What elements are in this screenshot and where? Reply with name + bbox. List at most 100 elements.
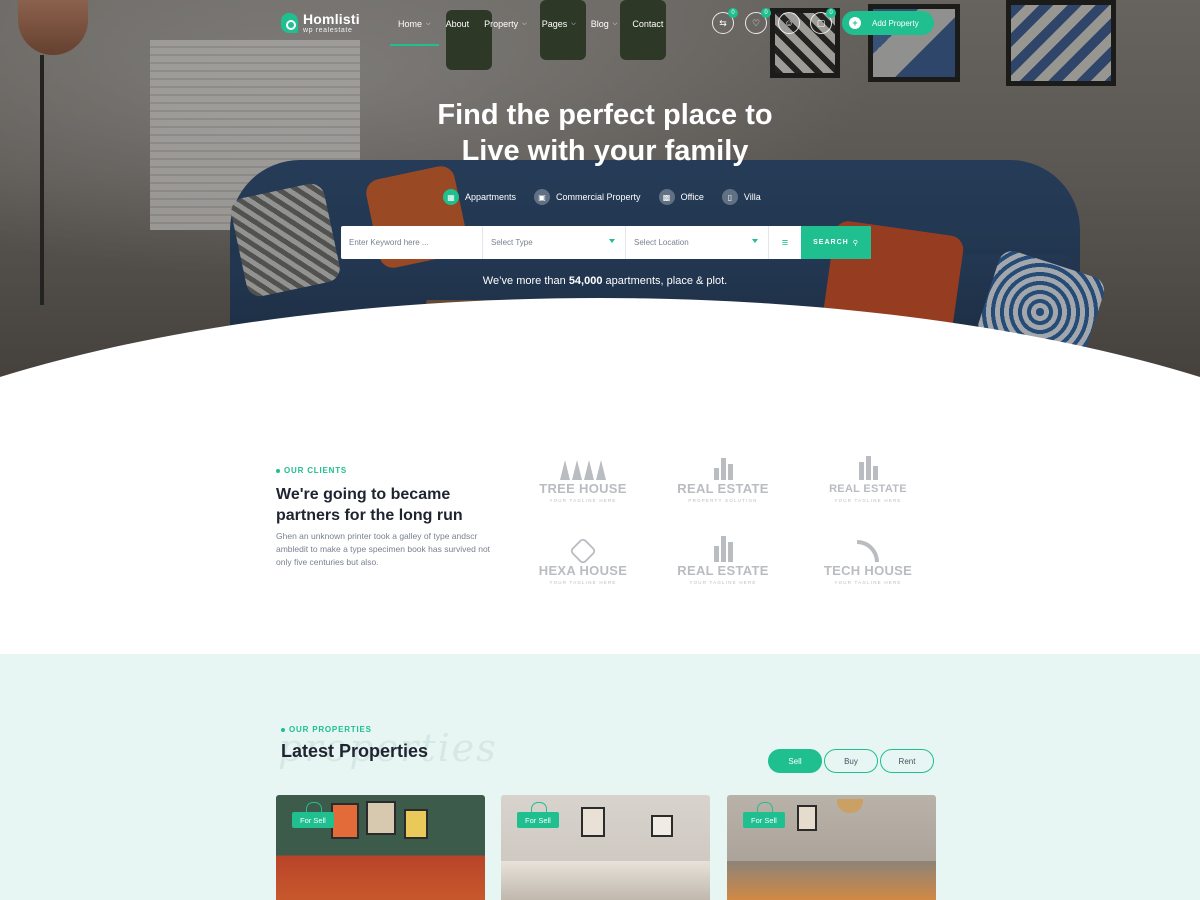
filter-buy-button[interactable]: Buy xyxy=(824,749,878,773)
keyword-input[interactable]: Enter Keyword here ... xyxy=(341,226,483,259)
client-logo-name: TREE HOUSE xyxy=(539,481,627,496)
caret-down-icon xyxy=(752,239,758,243)
wall-art-image xyxy=(581,807,605,837)
client-logo-grid: TREE HOUSE YOUR TAGLINE HERE REAL ESTATE… xyxy=(523,452,943,602)
category-tab-commercial[interactable]: ▣ Commercial Property xyxy=(534,189,641,205)
trees-icon xyxy=(523,456,643,480)
menu-item-blog[interactable]: Blog ⌵ xyxy=(591,17,618,31)
chevron-down-icon: ⌵ xyxy=(571,20,576,27)
client-logo-real-estate-3[interactable]: REAL ESTATE YOUR TAGLINE HERE xyxy=(663,536,783,585)
client-logo-tagline: YOUR TAGLINE HERE xyxy=(689,580,757,585)
hero-tagline: We’ve more than 54,000 apartments, place… xyxy=(0,275,1200,287)
compare-button[interactable]: ⇆ 0 xyxy=(712,8,738,34)
menu-item-contact[interactable]: Contact xyxy=(632,17,663,31)
property-card[interactable]: For Sell xyxy=(276,795,485,900)
compare-arrows-icon: ⇆ xyxy=(719,17,727,28)
arc-building-icon xyxy=(808,538,928,562)
advanced-filter-button[interactable]: ≡ xyxy=(769,226,801,259)
client-logo-hexa-house[interactable]: HEXA HOUSE YOUR TAGLINE HERE xyxy=(523,536,643,585)
menu-item-home[interactable]: Home ⌵ xyxy=(390,17,439,46)
tagline-after: apartments, place & plot. xyxy=(602,275,728,287)
property-category-tabs: ▦ Appartments ▣ Commercial Property ▩ Of… xyxy=(443,189,779,205)
wishlist-button[interactable]: ♡ 0 xyxy=(745,8,771,34)
menu-item-label: Property xyxy=(484,19,519,29)
category-label: Villa xyxy=(743,192,761,202)
menu-item-property[interactable]: Property ⌵ xyxy=(484,17,527,31)
eyebrow-dot-icon xyxy=(276,468,280,473)
chevron-down-icon: ⌵ xyxy=(426,20,431,27)
store-icon: ▣ xyxy=(534,189,551,205)
type-select[interactable]: Select Type xyxy=(483,226,626,259)
clients-eyebrow-label: OUR CLIENTS xyxy=(284,466,348,475)
client-logo-name: REAL ESTATE xyxy=(677,563,769,578)
menu-item-pages[interactable]: Pages ⌵ xyxy=(542,17,576,31)
location-select[interactable]: Select Location xyxy=(626,226,769,259)
type-select-value: Select Type xyxy=(491,238,533,247)
filter-rent-button[interactable]: Rent xyxy=(880,749,934,773)
wall-art-image xyxy=(651,815,673,837)
wall-art-image xyxy=(366,801,396,835)
client-logo-tagline: PROPERTY SOLUTION xyxy=(688,498,758,503)
menu-item-label: Blog xyxy=(590,19,609,29)
wishlist-count-badge: 0 xyxy=(761,8,771,18)
client-logo-name: HEXA HOUSE xyxy=(538,563,628,578)
category-tab-appartments[interactable]: ▦ Appartments xyxy=(443,189,516,205)
tagline-before: We’ve more than xyxy=(482,275,569,287)
clients-title: We're going to became partners for the l… xyxy=(276,486,463,524)
menu-item-label: Pages xyxy=(541,19,568,29)
menu-item-about[interactable]: About xyxy=(446,17,470,31)
property-card[interactable]: For Sell xyxy=(727,795,936,900)
briefcase-icon: ▩ xyxy=(658,189,675,205)
client-logo-tree-house[interactable]: TREE HOUSE YOUR TAGLINE HERE xyxy=(523,456,643,503)
menu-item-label: About xyxy=(445,19,470,29)
category-label: Commercial Property xyxy=(556,192,641,202)
category-tab-villa[interactable]: ▯ Villa xyxy=(721,189,761,205)
cart-button[interactable]: ▢ 0 xyxy=(810,8,836,34)
top-navigation: Homlisti wp realestate Home ⌵ About Prop… xyxy=(0,0,1200,46)
client-logo-name: REAL ESTATE xyxy=(677,481,769,496)
client-logo-name: TECH HOUSE xyxy=(823,563,913,578)
category-label: Office xyxy=(680,192,704,202)
search-button[interactable]: SEARCH ⚲ xyxy=(801,226,871,259)
location-select-value: Select Location xyxy=(634,238,689,247)
brand-name: Homlisti xyxy=(303,11,360,27)
category-tab-office[interactable]: ▩ Office xyxy=(658,189,704,205)
properties-eyebrow-label: OUR PROPERTIES xyxy=(289,725,372,734)
brand-logo[interactable]: Homlisti wp realestate xyxy=(281,12,360,34)
properties-title: Latest Properties xyxy=(281,741,429,761)
for-sell-tag: For Sell xyxy=(743,812,785,828)
sliders-icon: ≡ xyxy=(781,236,789,249)
building-icon: ▦ xyxy=(443,189,459,205)
wall-art-image xyxy=(331,803,359,839)
client-logo-tagline: YOUR TAGLINE HERE xyxy=(549,498,617,503)
menu-item-label: Contact xyxy=(632,19,664,29)
cart-count-badge: 0 xyxy=(826,8,836,18)
hero-title-line2: Live with your family xyxy=(461,135,749,167)
clients-description: Ghen an unknown printer took a galley of… xyxy=(276,531,491,567)
wall-art-image xyxy=(797,805,817,831)
plus-icon: + xyxy=(849,17,861,29)
brand-text: Homlisti wp realestate xyxy=(303,12,360,34)
cart-icon: ▢ xyxy=(816,17,826,28)
add-property-button[interactable]: + Add Property xyxy=(842,11,934,35)
client-logo-real-estate-2[interactable]: REAL ESTATE YOUR TAGLINE HERE xyxy=(808,456,928,503)
wall-art-image xyxy=(404,809,428,839)
towers-icon xyxy=(663,536,783,562)
client-logo-tagline: YOUR TAGLINE HERE xyxy=(834,498,902,503)
tagline-count: 54,000 xyxy=(568,275,603,287)
hero-title-line1: Find the perfect place to xyxy=(437,99,773,131)
menu-item-label: Home xyxy=(398,19,423,29)
client-logo-real-estate[interactable]: REAL ESTATE PROPERTY SOLUTION xyxy=(663,456,783,503)
client-logo-tagline: YOUR TAGLINE HERE xyxy=(549,580,617,585)
client-logo-tagline: YOUR TAGLINE HERE xyxy=(834,580,902,585)
caret-down-icon xyxy=(609,239,615,243)
hexagon-icon xyxy=(523,536,643,566)
skyscraper-icon xyxy=(663,456,783,480)
property-card[interactable]: For Sell xyxy=(501,795,710,900)
filter-sell-button[interactable]: Sell xyxy=(768,749,822,773)
account-button[interactable]: ☺ xyxy=(778,12,800,34)
client-logo-tech-house[interactable]: TECH HOUSE YOUR TAGLINE HERE xyxy=(808,538,928,585)
buildings-icon xyxy=(808,456,928,480)
keyword-placeholder: Enter Keyword here ... xyxy=(349,238,429,247)
search-button-label: SEARCH xyxy=(813,239,849,246)
